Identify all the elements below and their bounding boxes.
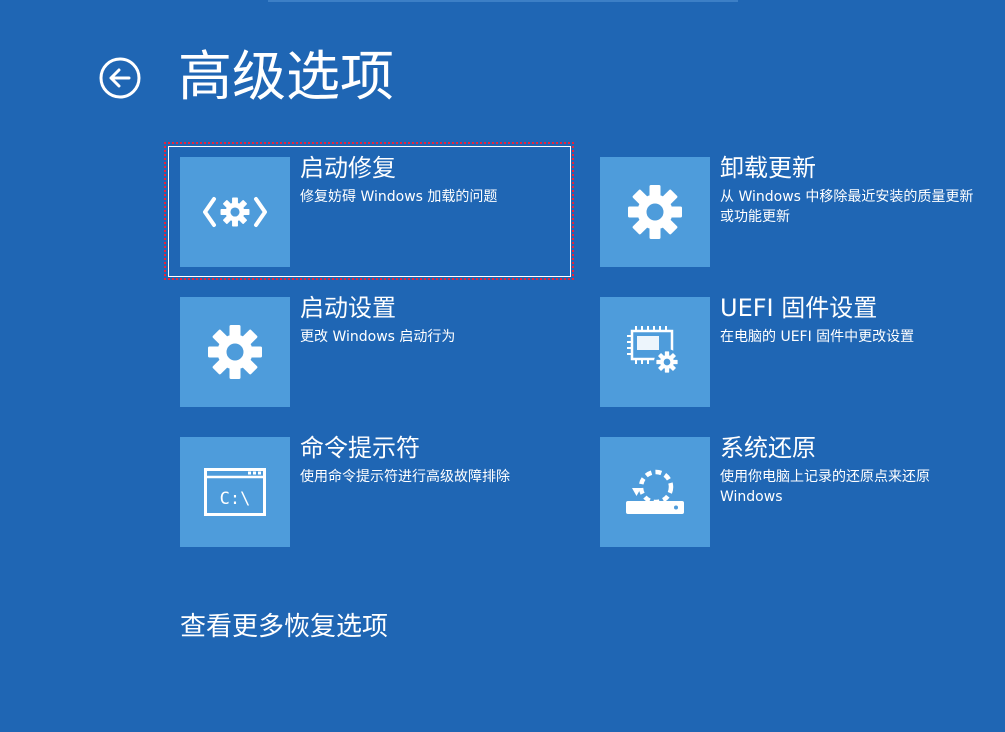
gear-icon	[627, 184, 683, 240]
page-title: 高级选项	[178, 45, 394, 108]
system-restore-icon	[626, 469, 684, 514]
option-description: 使用你电脑上记录的还原点来还原 Windows	[720, 469, 930, 505]
option-title: 启动修复	[300, 154, 396, 182]
back-arrow-icon	[99, 57, 141, 99]
option-tile: C:\	[180, 437, 290, 547]
option-startup-repair[interactable]: 启动修复 修复妨碍 Windows 加载的问题	[164, 142, 574, 280]
option-tile	[600, 297, 710, 407]
startup-repair-icon	[203, 197, 267, 227]
option-description: 修复妨碍 Windows 加载的问题	[300, 189, 498, 205]
option-description: 在电脑的 UEFI 固件中更改设置	[720, 329, 915, 345]
option-title: 卸载更新	[720, 154, 816, 182]
command-prompt-icon-text: C:\	[220, 489, 251, 509]
option-description: 使用命令提示符进行高级故障排除	[300, 469, 510, 485]
option-title: 命令提示符	[300, 434, 420, 462]
option-system-restore[interactable]: 系统还原 使用你电脑上记录的还原点来还原 Windows	[600, 434, 990, 549]
option-title: UEFI 固件设置	[720, 294, 878, 322]
option-uefi-firmware-settings[interactable]: UEFI 固件设置 在电脑的 UEFI 固件中更改设置	[600, 294, 990, 409]
top-divider	[268, 0, 738, 2]
option-tile	[600, 157, 710, 267]
option-title: 启动设置	[300, 294, 396, 322]
option-tile	[180, 297, 290, 407]
option-description: 从 Windows 中移除最近安装的质量更新或功能更新	[720, 189, 974, 225]
option-uninstall-updates[interactable]: 卸载更新 从 Windows 中移除最近安装的质量更新或功能更新	[600, 154, 990, 269]
back-button[interactable]	[98, 56, 142, 100]
option-startup-settings[interactable]: 启动设置 更改 Windows 启动行为	[180, 294, 570, 409]
option-tile	[180, 157, 290, 267]
gear-icon	[207, 324, 263, 380]
option-description: 更改 Windows 启动行为	[300, 329, 456, 345]
option-command-prompt[interactable]: C:\ 命令提示符 使用命令提示符进行高级故障排除	[180, 434, 570, 549]
chip-gear-icon	[627, 326, 680, 375]
option-tile	[600, 437, 710, 547]
command-prompt-icon: C:\	[204, 468, 266, 516]
option-title: 系统还原	[720, 434, 816, 462]
more-recovery-options-link[interactable]: 查看更多恢复选项	[180, 608, 388, 646]
